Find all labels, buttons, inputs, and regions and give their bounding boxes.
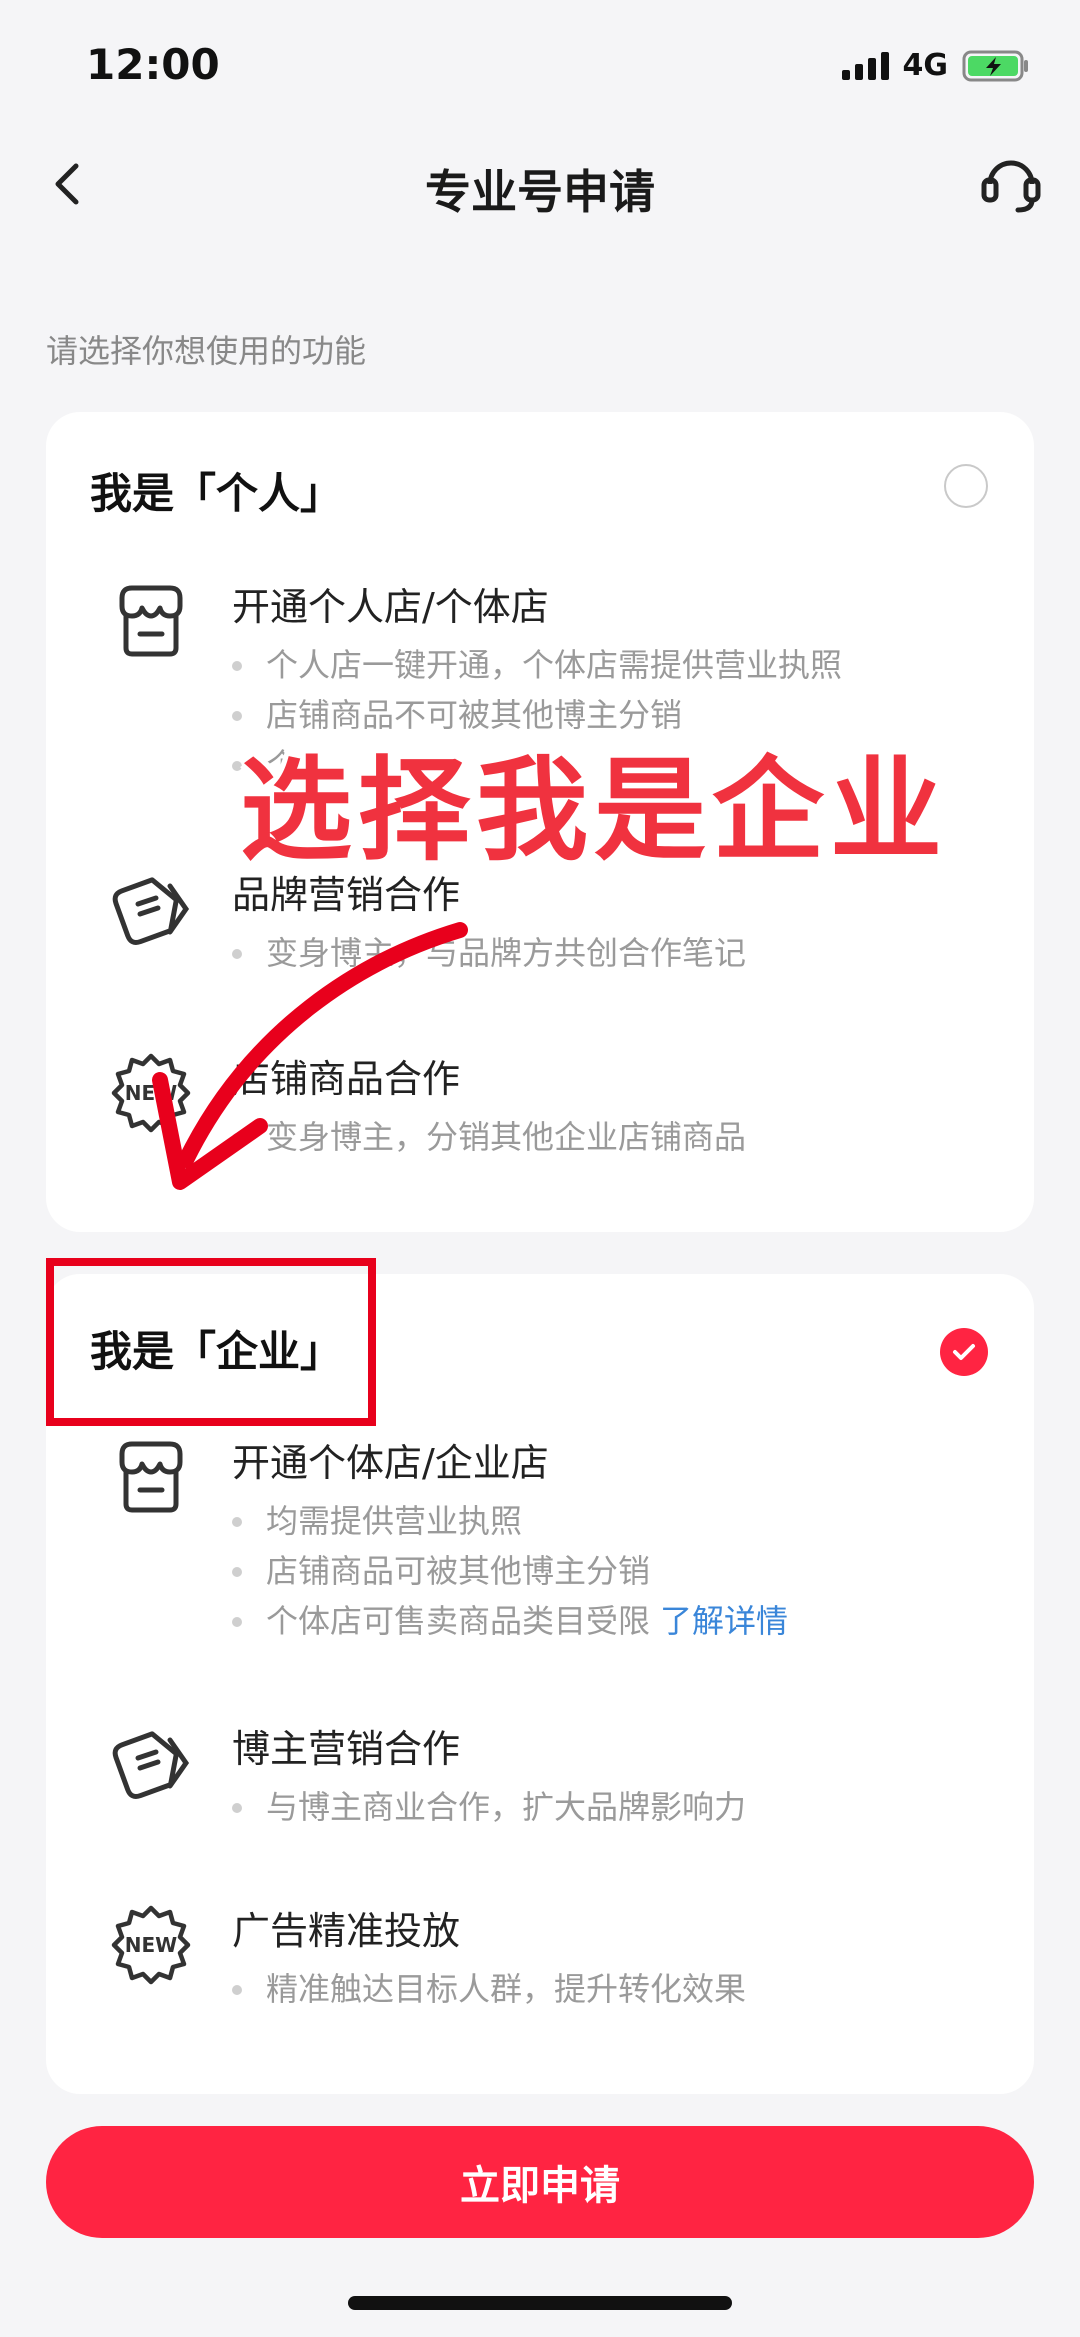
store-icon	[106, 1432, 196, 1522]
feature-bullets: 均需提供营业执照 店铺商品可被其他博主分销 个体店可售卖商品类目受限 了解详情	[232, 1496, 788, 1646]
feature-title: 开通个体店/企业店	[232, 1441, 549, 1485]
section-hint: 请选择你想使用的功能	[46, 332, 367, 370]
bullet-text: 与博主商业合作，扩大品牌影响力	[232, 1782, 746, 1832]
feature-title: 博主营销合作	[232, 1727, 461, 1771]
check-selected-icon[interactable]	[940, 1328, 988, 1376]
bullet-text: 均需提供营业执照	[232, 1496, 788, 1546]
tag-icon	[106, 1718, 196, 1808]
new-badge-text: NEW	[125, 1933, 177, 1957]
learn-more-link[interactable]: 了解详情	[660, 1602, 788, 1640]
feature-bullets: 精准触达目标人群，提升转化效果	[232, 1964, 746, 2014]
page-title: 专业号申请	[425, 165, 655, 219]
annotation-highlight-box	[46, 1258, 376, 1426]
bullet-text: 精准触达目标人群，提升转化效果	[232, 1964, 746, 2014]
store-icon	[106, 576, 196, 666]
bullet-with-link: 个体店可售卖商品类目受限 了解详情	[232, 1596, 788, 1646]
status-icons: 4G	[841, 48, 1031, 83]
battery-icon	[962, 50, 1030, 82]
nav-bar: 专业号申请	[0, 130, 1080, 240]
feature-title: 广告精准投放	[232, 1909, 461, 1953]
new-badge-icon: NEW	[106, 1900, 196, 1990]
annotation-arrow-icon	[152, 922, 468, 1190]
bullet-text: 个体店可售卖商品类目受限	[266, 1602, 651, 1640]
headset-icon[interactable]	[978, 148, 1044, 218]
feature-bullets: 与博主商业合作，扩大品牌影响力	[232, 1782, 746, 1832]
home-indicator[interactable]	[348, 2296, 732, 2310]
apply-now-button[interactable]: 立即申请	[46, 2126, 1034, 2238]
radio-unselected[interactable]	[944, 464, 988, 508]
signal-icon	[841, 51, 889, 80]
feature-title: 开通个人店/个体店	[232, 585, 549, 629]
bullet-text: 个人店一键开通，个体店需提供营业执照	[232, 640, 842, 690]
network-label: 4G	[902, 48, 949, 83]
card-title: 我是「个人」	[90, 469, 343, 518]
annotation-text: 选择我是企业	[240, 746, 948, 876]
bullet-text: 店铺商品可被其他博主分销	[232, 1546, 788, 1596]
status-bar: 12:00 4G	[0, 0, 1080, 130]
status-time: 12:00	[86, 40, 220, 89]
